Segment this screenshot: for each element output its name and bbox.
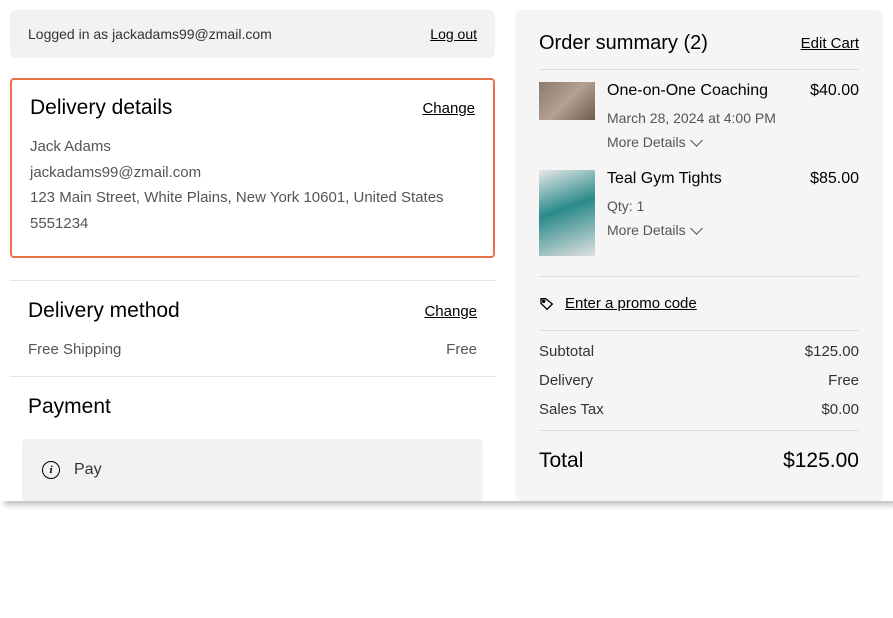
tax-label: Sales Tax (539, 401, 604, 418)
login-bar: Logged in as jackadams99@zmail.com Log o… (10, 10, 495, 58)
delivery-value: Free (828, 372, 859, 389)
item-qty: Qty: 1 (607, 198, 798, 214)
shipping-price: Free (446, 341, 477, 358)
order-summary-title: Order summary (2) (539, 32, 708, 55)
item-name: Teal Gym Tights (607, 170, 798, 188)
divider (10, 280, 495, 281)
delivery-method-section: Delivery method Change Free Shipping Fre… (10, 299, 495, 358)
chevron-down-icon (690, 134, 703, 147)
delivery-details-section: Delivery details Change Jack Adams jacka… (10, 78, 495, 258)
chevron-down-icon (690, 222, 703, 235)
more-details-label: More Details (607, 134, 686, 150)
payment-box: i Pay (22, 439, 483, 501)
promo-row[interactable]: Enter a promo code (539, 295, 859, 312)
item-price: $85.00 (810, 170, 859, 256)
tag-icon (539, 296, 555, 312)
logout-link[interactable]: Log out (430, 26, 477, 42)
cart-item: Teal Gym Tights Qty: 1 More Details $85.… (539, 170, 859, 256)
item-price: $40.00 (810, 82, 859, 150)
tax-value: $0.00 (821, 401, 859, 418)
more-details-toggle[interactable]: More Details (607, 222, 798, 238)
subtotal-value: $125.00 (805, 343, 859, 360)
delivery-label: Delivery (539, 372, 593, 389)
divider (539, 276, 859, 277)
login-text: Logged in as jackadams99@zmail.com (28, 26, 272, 42)
divider (539, 69, 859, 70)
total-label: Total (539, 449, 583, 473)
item-image (539, 82, 595, 120)
cart-item: One-on-One Coaching March 28, 2024 at 4:… (539, 82, 859, 150)
info-icon: i (42, 461, 60, 479)
delivery-details-title: Delivery details (30, 96, 172, 120)
delivery-address: 123 Main Street, White Plains, New York … (30, 185, 475, 211)
delivery-method-change-link[interactable]: Change (424, 303, 477, 320)
divider (10, 376, 495, 377)
delivery-name: Jack Adams (30, 134, 475, 160)
promo-link[interactable]: Enter a promo code (565, 295, 697, 312)
delivery-email: jackadams99@zmail.com (30, 160, 475, 186)
pay-label: Pay (74, 461, 102, 479)
delivery-details-change-link[interactable]: Change (422, 100, 475, 117)
delivery-method-title: Delivery method (28, 299, 180, 323)
more-details-label: More Details (607, 222, 686, 238)
divider (539, 330, 859, 331)
divider (539, 430, 859, 431)
edit-cart-link[interactable]: Edit Cart (801, 35, 859, 52)
delivery-phone: 5551234 (30, 211, 475, 237)
subtotal-label: Subtotal (539, 343, 594, 360)
total-value: $125.00 (783, 449, 859, 473)
shipping-name: Free Shipping (28, 341, 121, 358)
more-details-toggle[interactable]: More Details (607, 134, 798, 150)
order-summary: Order summary (2) Edit Cart One-on-One C… (515, 10, 883, 501)
item-date: March 28, 2024 at 4:00 PM (607, 110, 798, 126)
payment-title: Payment (10, 395, 495, 419)
item-name: One-on-One Coaching (607, 82, 798, 100)
item-image (539, 170, 595, 256)
